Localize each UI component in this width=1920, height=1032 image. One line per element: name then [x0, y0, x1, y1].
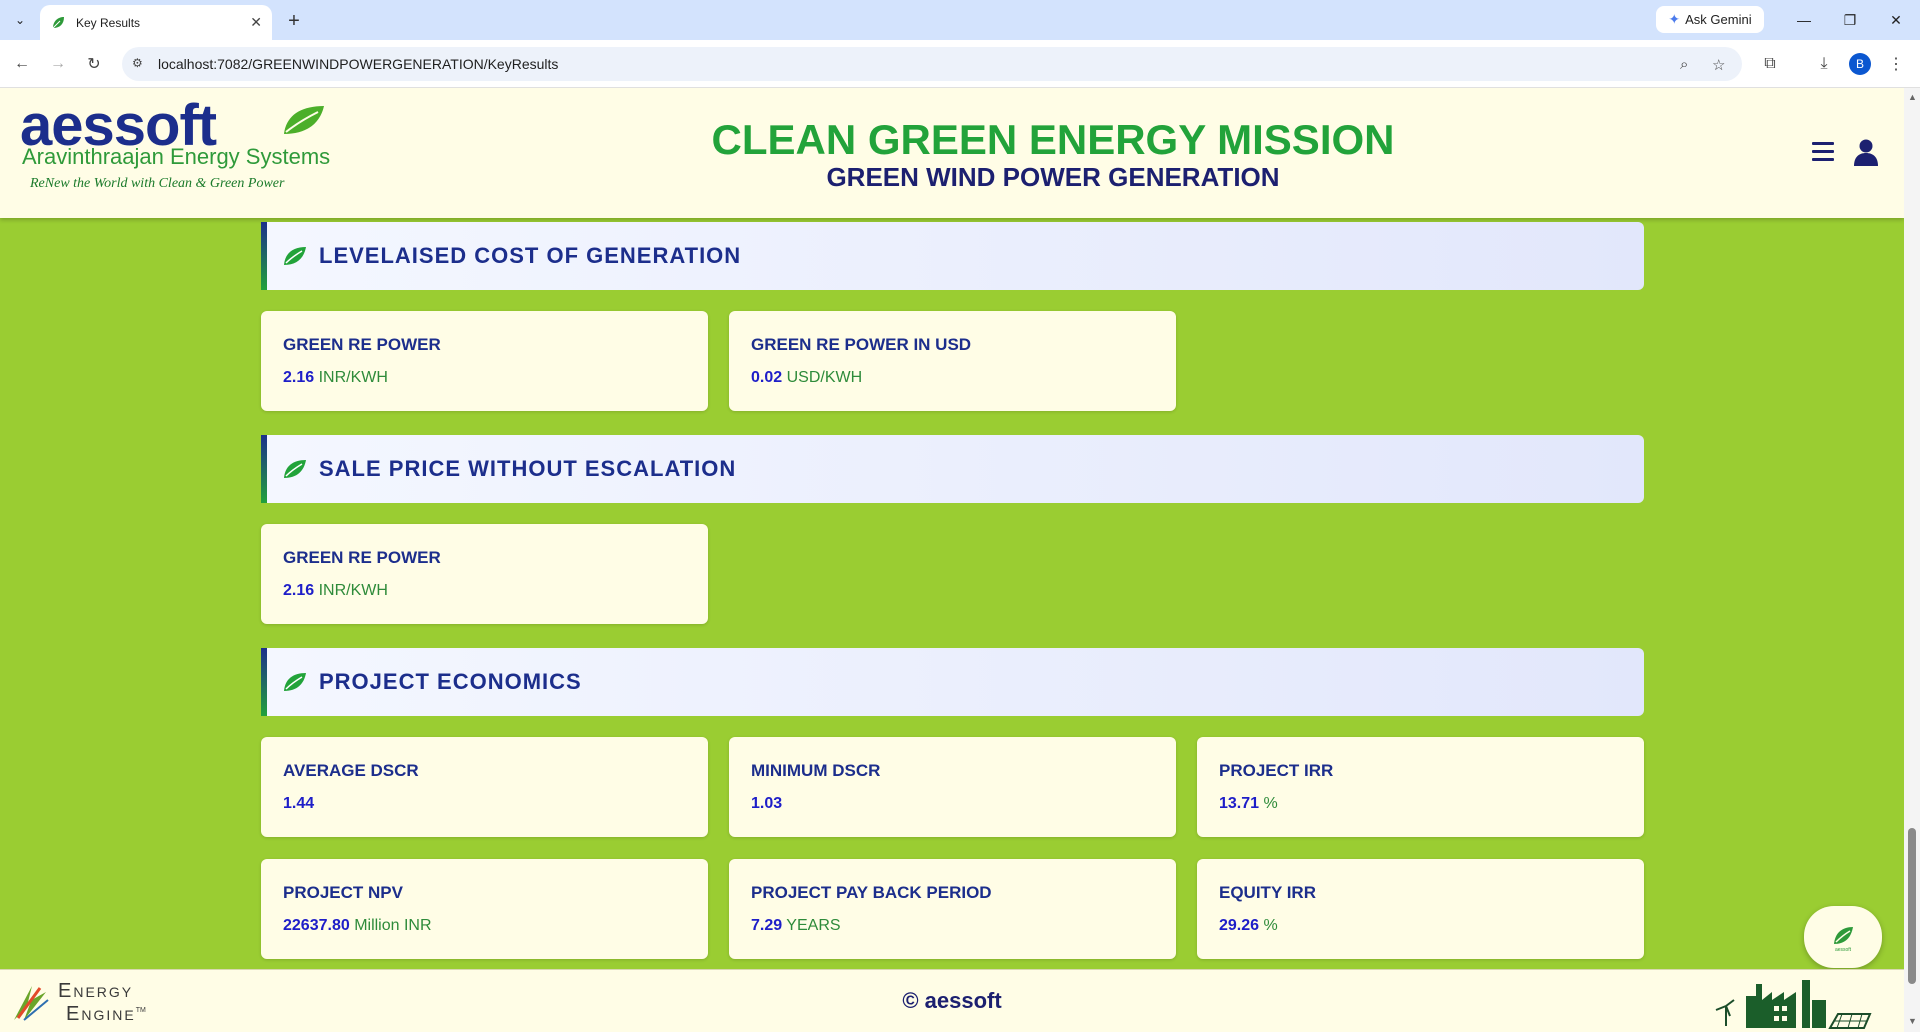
browser-toolbar: ← → ↻ ⚙ localhost:7082/GREENWINDPOWERGEN… [0, 40, 1920, 88]
ask-gemini-label: Ask Gemini [1685, 12, 1752, 27]
card-label: PROJECT IRR [1219, 761, 1334, 780]
back-arrow-icon[interactable]: ← [10, 52, 34, 76]
restore-icon[interactable]: ❐ [1838, 8, 1862, 32]
scrollbar-thumb[interactable] [1908, 828, 1916, 984]
site-info-icon[interactable]: ⚙ [132, 56, 143, 70]
card-value: 1.44 [283, 795, 315, 812]
page-subtitle: GREEN WIND POWER GENERATION [826, 162, 1280, 192]
card-value: 0.02 [751, 369, 783, 386]
section-sale-price: SALE PRICE WITHOUT ESCALATION [261, 435, 1644, 503]
minimize-icon[interactable]: — [1792, 8, 1816, 32]
section-project-economics: PROJECT ECONOMICS [261, 648, 1644, 716]
browser-tab-strip: ⌄ Key Results ✕ + ✦ Ask Gemini — ❐ ✕ [0, 0, 1920, 40]
result-card-average-dscr: AVERAGE DSCR 1.44 [261, 737, 708, 837]
card-label: GREEN RE POWER [283, 335, 441, 354]
floating-assistant-button[interactable]: aessoft [1804, 906, 1882, 968]
tab-close-icon[interactable]: ✕ [250, 14, 262, 31]
card-label: MINIMUM DSCR [751, 761, 881, 780]
card-unit: YEARS [786, 917, 841, 934]
card-value: 1.03 [751, 795, 783, 812]
power-plant-icon [1715, 980, 1872, 1029]
site-header: aessoft Aravinthraajan Energy Systems Re… [0, 88, 1904, 218]
url-text: localhost:7082/GREENWINDPOWERGENERATION/… [158, 56, 559, 72]
tab-title: Key Results [76, 15, 141, 30]
reload-icon[interactable]: ↻ [82, 52, 106, 76]
card-label: EQUITY IRR [1219, 883, 1316, 902]
hamburger-menu-icon[interactable] [1812, 142, 1834, 162]
card-unit: INR/KWH [318, 369, 388, 386]
copyright-text: © aessoft [902, 988, 1002, 1013]
section-title: PROJECT ECONOMICS [319, 669, 582, 694]
card-value: 2.16 [283, 369, 315, 386]
card-unit: Million INR [354, 917, 432, 934]
forward-arrow-icon[interactable]: → [46, 52, 70, 76]
section-title: LEVELAISED COST OF GENERATION [319, 243, 742, 268]
result-card-sale-green-re-power: GREEN RE POWER 2.16 INR/KWH [261, 524, 708, 624]
card-label: PROJECT PAY BACK PERIOD [751, 883, 992, 902]
user-account-icon[interactable] [1854, 138, 1878, 166]
card-value: 29.26 [1219, 917, 1260, 934]
result-card-project-irr: PROJECT IRR 13.71 % [1197, 737, 1644, 837]
page-scrollbar[interactable]: ▲ ▼ [1904, 88, 1920, 1032]
result-card-minimum-dscr: MINIMUM DSCR 1.03 [729, 737, 1176, 837]
card-value: 13.71 [1219, 795, 1260, 812]
scroll-up-arrow-icon[interactable]: ▲ [1908, 92, 1917, 102]
leaf-icon [284, 460, 306, 478]
card-unit: % [1263, 917, 1278, 934]
download-icon[interactable]: ⤓ [1812, 52, 1836, 76]
browser-tab[interactable]: Key Results ✕ [40, 5, 272, 40]
card-value: 2.16 [283, 582, 315, 599]
gemini-sparkle-icon: ✦ [1668, 11, 1681, 27]
result-card-payback-period: PROJECT PAY BACK PERIOD 7.29 YEARS [729, 859, 1176, 959]
card-unit: USD/KWH [786, 369, 863, 386]
extensions-icon[interactable]: ⧉ [1758, 52, 1782, 76]
card-label: GREEN RE POWER IN USD [751, 335, 972, 354]
fab-label: aessoft [1835, 947, 1852, 952]
zoom-icon[interactable]: ⌕ [1680, 56, 1688, 73]
new-tab-plus-icon[interactable]: + [282, 9, 306, 33]
card-value: 22637.80 [283, 917, 350, 934]
ask-gemini-button[interactable]: ✦ Ask Gemini [1656, 6, 1764, 33]
leaf-icon [284, 247, 306, 265]
card-label: AVERAGE DSCR [283, 761, 419, 780]
leaf-favicon-icon [52, 16, 64, 28]
page-title: CLEAN GREEN ENERGY MISSION [711, 116, 1395, 163]
leaf-icon [284, 673, 306, 691]
window-close-icon[interactable]: ✕ [1884, 8, 1908, 32]
tab-search-chevron-icon[interactable]: ⌄ [8, 8, 32, 32]
page-content: aessoft Aravinthraajan Energy Systems Re… [0, 88, 1904, 1032]
section-levelised-cost: LEVELAISED COST OF GENERATION [261, 222, 1644, 290]
card-label: PROJECT NPV [283, 883, 403, 902]
result-card-equity-irr: EQUITY IRR 29.26 % [1197, 859, 1644, 959]
browser-menu-icon[interactable]: ⋮ [1884, 52, 1908, 76]
card-label: GREEN RE POWER [283, 548, 441, 567]
card-unit: INR/KWH [318, 582, 388, 599]
address-bar[interactable]: ⚙ localhost:7082/GREENWINDPOWERGENERATIO… [122, 47, 1742, 81]
leaf-logo-icon: aessoft [1834, 927, 1853, 952]
result-card-green-re-power-usd: GREEN RE POWER IN USD 0.02 USD/KWH [729, 311, 1176, 411]
card-unit: % [1263, 795, 1278, 812]
scroll-down-arrow-icon[interactable]: ▼ [1908, 1016, 1917, 1026]
result-card-project-npv: PROJECT NPV 22637.80 Million INR [261, 859, 708, 959]
section-title: SALE PRICE WITHOUT ESCALATION [319, 456, 737, 481]
card-value: 7.29 [751, 917, 783, 934]
result-card-green-re-power: GREEN RE POWER 2.16 INR/KWH [261, 311, 708, 411]
site-footer: Energy EngineTM © aessoft [0, 969, 1904, 1032]
bookmark-star-icon[interactable]: ☆ [1712, 56, 1725, 74]
profile-avatar[interactable]: B [1849, 53, 1871, 75]
